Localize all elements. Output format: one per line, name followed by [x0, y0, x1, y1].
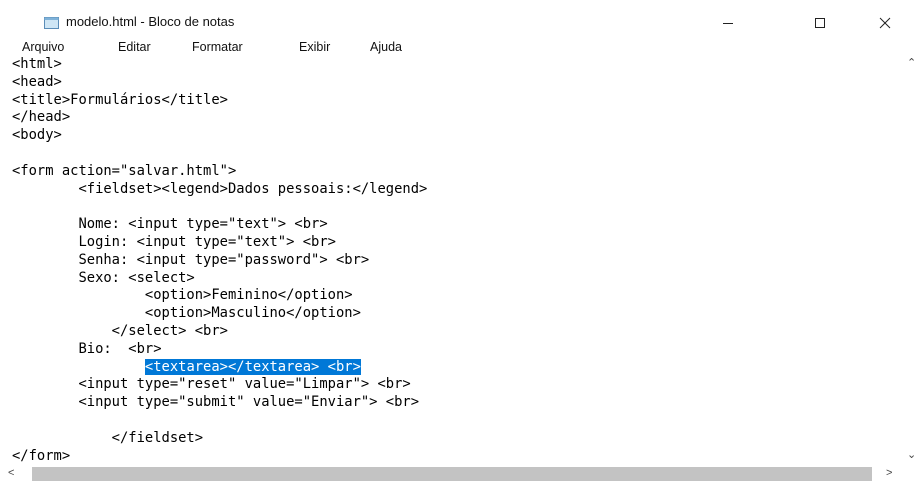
notepad-icon	[44, 17, 59, 29]
editor-text-before: <html> <head> <title>Formulários</title>…	[12, 56, 428, 357]
menu-arquivo[interactable]: Arquivo	[22, 38, 64, 56]
menu-ajuda[interactable]: Ajuda	[370, 38, 402, 56]
close-icon	[879, 17, 891, 29]
editor-text-after: <input type="reset" value="Limpar"> <br>…	[12, 376, 420, 462]
minimize-icon	[723, 23, 733, 24]
horizontal-scroll-thumb[interactable]	[32, 467, 872, 481]
editor-content[interactable]: <html> <head> <title>Formulários</title>…	[12, 56, 427, 462]
close-button[interactable]	[862, 8, 908, 38]
scroll-right-icon[interactable]: >	[886, 468, 892, 479]
menu-formatar[interactable]: Formatar	[192, 38, 243, 56]
notepad-window: modelo.html - Bloco de notas Arquivo Edi…	[0, 0, 920, 481]
text-editor[interactable]: <html> <head> <title>Formulários</title>…	[6, 56, 905, 462]
selected-text: <textarea></textarea> <br>	[144, 358, 361, 375]
horizontal-scrollbar[interactable]: < >	[6, 462, 905, 481]
window-title: modelo.html - Bloco de notas	[66, 14, 235, 29]
minimize-button[interactable]	[705, 8, 751, 38]
vertical-scrollbar[interactable]: ⌃ ⌄	[905, 56, 920, 462]
scroll-up-icon[interactable]: ⌃	[907, 58, 916, 69]
maximize-button[interactable]	[797, 8, 843, 38]
maximize-icon	[815, 18, 825, 28]
scroll-down-icon[interactable]: ⌄	[907, 450, 916, 461]
scroll-left-icon[interactable]: <	[8, 468, 14, 479]
title-bar[interactable]: modelo.html - Bloco de notas	[0, 8, 920, 38]
menu-exibir[interactable]: Exibir	[299, 38, 330, 56]
menu-bar: Arquivo Editar Formatar Exibir Ajuda	[0, 38, 920, 56]
menu-editar[interactable]: Editar	[118, 38, 151, 56]
